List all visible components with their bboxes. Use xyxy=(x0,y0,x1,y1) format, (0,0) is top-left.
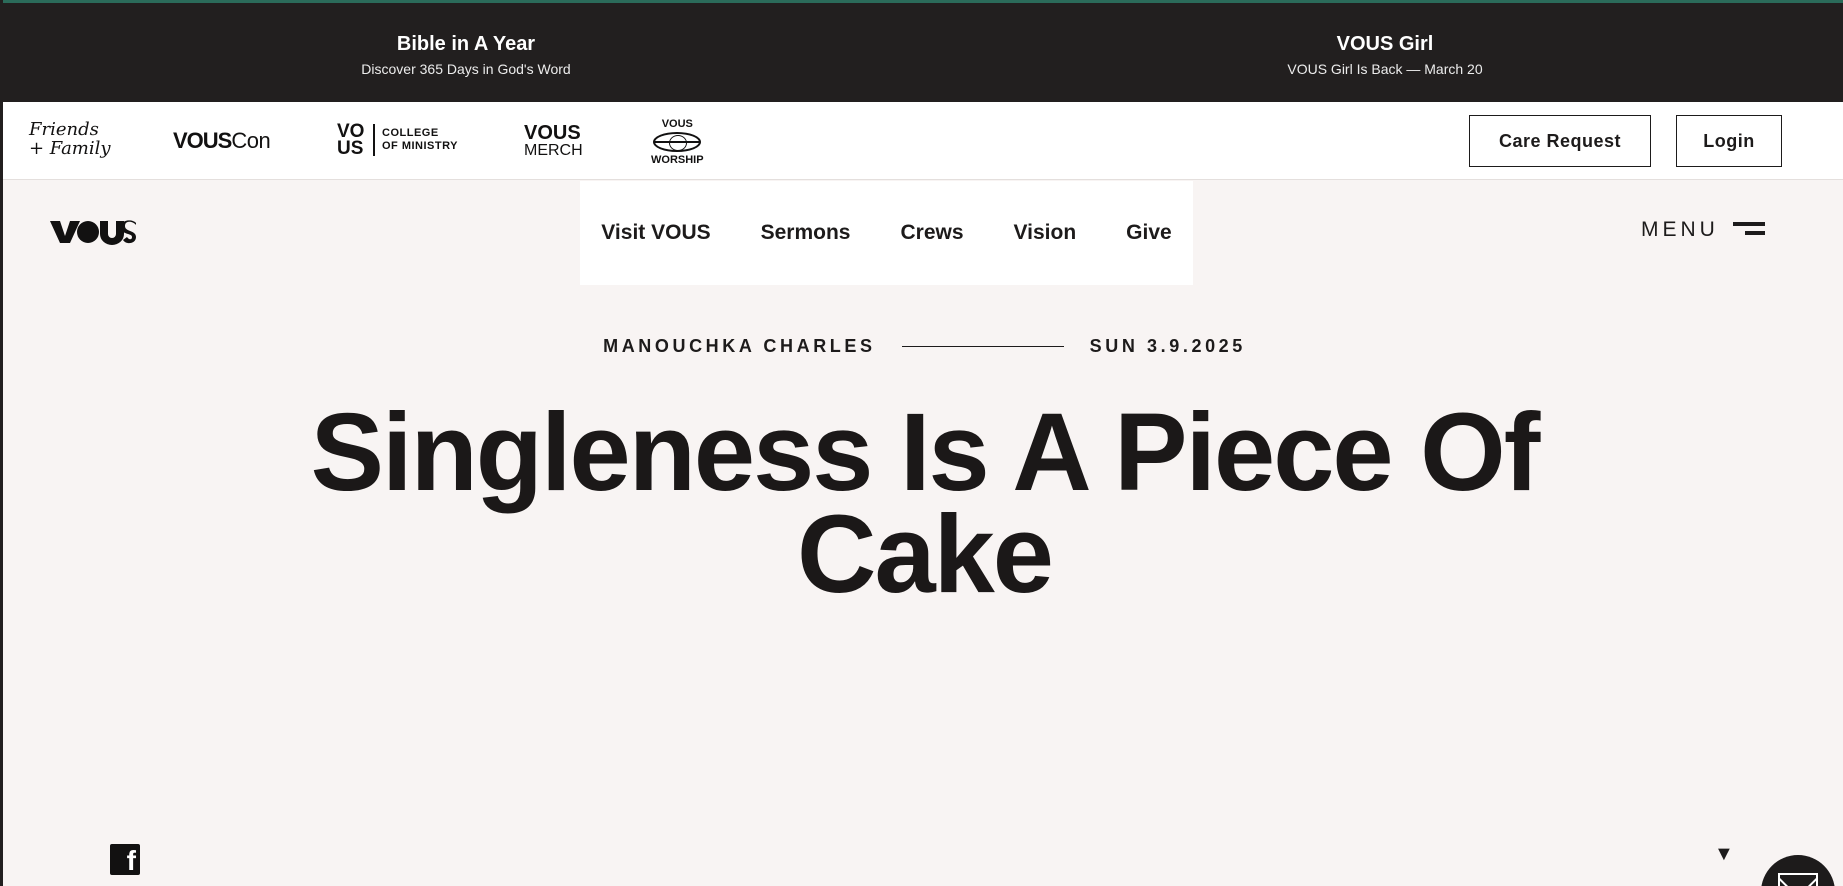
vouscon-link[interactable]: VOUSCon xyxy=(173,128,271,154)
page: Bible in A Year Discover 365 Days in God… xyxy=(0,0,1843,886)
merch-line2: MERCH xyxy=(524,142,583,159)
main-nav: Visit VOUS Sermons Crews Vision Give xyxy=(580,181,1193,285)
promo-title: VOUS Girl xyxy=(1336,33,1434,55)
nav-give[interactable]: Give xyxy=(1126,221,1172,245)
envelope-icon xyxy=(1778,873,1818,886)
college-mark: VO US xyxy=(337,122,369,159)
vous-logo-icon[interactable] xyxy=(50,219,138,245)
friends-family-line2: + Family xyxy=(29,138,111,159)
vouscon-bold: VOUS xyxy=(173,128,232,153)
contact-button[interactable] xyxy=(1761,855,1835,886)
globe-icon xyxy=(653,132,702,152)
meta-divider xyxy=(901,346,1064,347)
friends-family-link[interactable]: Friends + Family xyxy=(29,120,111,158)
promo-subtitle: Discover 365 Days in God's Word xyxy=(361,61,571,77)
college-line1: COLLEGE xyxy=(382,127,439,139)
brand-strip: Friends + Family VOUSCon VO US COLLEGE O… xyxy=(3,102,1843,180)
facebook-icon[interactable]: f xyxy=(110,844,140,875)
vouscon-rest: Con xyxy=(231,128,271,153)
promo-vous-girl[interactable]: VOUS Girl VOUS Girl Is Back — March 20 xyxy=(1135,31,1635,79)
promo-bible-in-a-year[interactable]: Bible in A Year Discover 365 Days in God… xyxy=(216,31,716,79)
merch-line1: VOUS xyxy=(524,122,581,144)
nav-visit-vous[interactable]: Visit VOUS xyxy=(601,221,710,245)
promo-title: Bible in A Year xyxy=(396,33,536,55)
login-button[interactable]: Login xyxy=(1676,115,1782,167)
down-arrow-icon[interactable]: ▼ xyxy=(1714,843,1734,866)
article-author[interactable]: MANOUCHKA CHARLES xyxy=(603,336,876,357)
college-text: COLLEGE OF MINISTRY xyxy=(382,127,458,153)
worship-line2: WORSHIP xyxy=(651,154,704,166)
worship-line1: VOUS xyxy=(661,118,693,130)
college-divider xyxy=(373,124,375,156)
menu-button[interactable]: MENU xyxy=(1641,218,1765,242)
article-meta: MANOUCHKA CHARLES SUN 3.9.2025 xyxy=(3,336,1843,357)
article-title: Singleness Is A Piece Of Cake xyxy=(310,391,1541,616)
nav-vision[interactable]: Vision xyxy=(1014,221,1077,245)
nav-crews[interactable]: Crews xyxy=(901,221,964,245)
nav-sermons[interactable]: Sermons xyxy=(761,221,851,245)
friends-family-line1: Friends xyxy=(29,119,99,140)
college-of-ministry-link[interactable]: VO US COLLEGE OF MINISTRY xyxy=(337,122,458,159)
promo-subtitle: VOUS Girl Is Back — March 20 xyxy=(1287,61,1483,77)
care-request-button[interactable]: Care Request xyxy=(1469,115,1651,167)
college-line2: OF MINISTRY xyxy=(382,140,458,152)
college-mark-line2: US xyxy=(337,138,364,159)
vous-worship-link[interactable]: VOUS WORSHIP xyxy=(651,118,704,166)
menu-label: MENU xyxy=(1641,218,1719,241)
hamburger-icon xyxy=(1732,222,1765,238)
promo-bar: Bible in A Year Discover 365 Days in God… xyxy=(3,0,1843,102)
vous-merch-link[interactable]: VOUS MERCH xyxy=(524,122,583,160)
facebook-glyph: f xyxy=(126,845,136,876)
article-date: SUN 3.9.2025 xyxy=(1089,336,1246,356)
